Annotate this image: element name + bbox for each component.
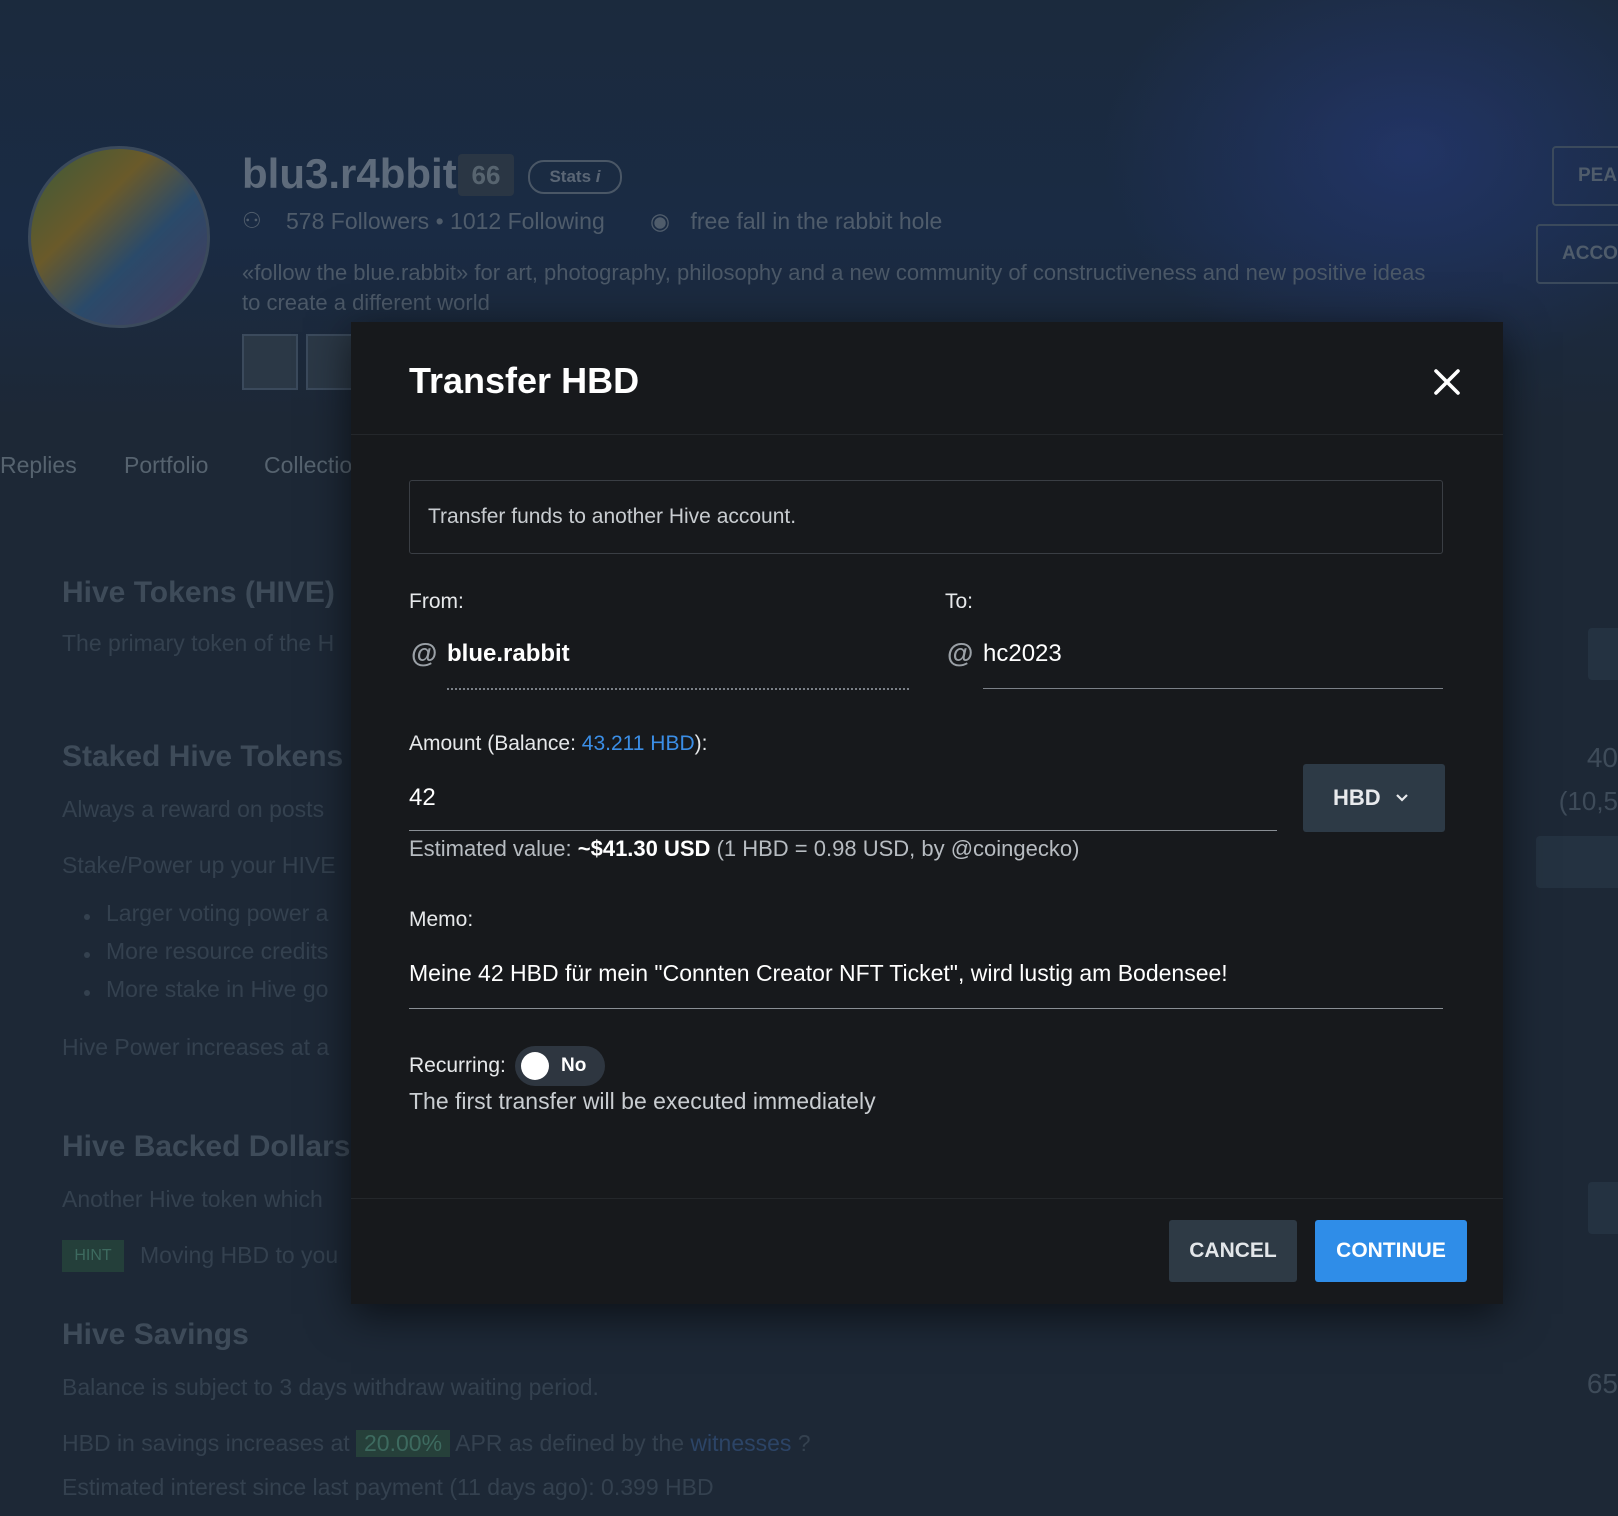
from-field-underline [447, 688, 909, 690]
to-field-underline [983, 688, 1443, 689]
dropdown-button[interactable] [1588, 1182, 1618, 1234]
to-label: To: [945, 590, 974, 613]
memo-underline [409, 1008, 1443, 1009]
apr-pre: HBD in savings increases at [62, 1430, 350, 1456]
hint-text: Moving HBD to you [140, 1242, 339, 1268]
estimated-value: Estimated value: ~$41.30 USD (1 HBD = 0.… [409, 836, 1079, 862]
balance-value: 40 [1586, 742, 1618, 773]
section-desc: Always a reward on posts [62, 796, 325, 822]
profile-bio: «follow the blue.rabbit» for art, photog… [242, 258, 1492, 318]
section-desc: The primary token of the H [62, 630, 335, 656]
interest-line: Estimated interest since last payment (1… [62, 1474, 714, 1500]
section-desc: Balance is subject to 3 days withdraw wa… [62, 1374, 599, 1400]
amount-label-suffix: ): [694, 732, 708, 755]
toggle-label: No [561, 1055, 587, 1076]
estimated-usd: ~$41.30 USD [577, 836, 711, 861]
location-icon: ◉ [650, 208, 671, 234]
bio-line: «follow the blue.rabbit» for art, photog… [242, 260, 1426, 285]
list-item: More stake in Hive go [106, 976, 329, 1002]
section-desc: Hive Power increases at a [62, 1034, 330, 1060]
recurring-toggle[interactable]: No [515, 1046, 605, 1086]
tab-portfolio[interactable]: Portfolio [124, 452, 208, 479]
dialog-title: Transfer HBD [409, 360, 640, 401]
from-label: From: [409, 590, 464, 613]
memo-input[interactable]: Meine 42 HBD für mein "Connten Creator N… [409, 960, 1228, 987]
recurring-note: The first transfer will be executed imme… [409, 1088, 876, 1114]
section-desc: Another Hive token which [62, 1186, 323, 1212]
info-message: Transfer funds to another Hive account. [409, 480, 1443, 554]
followers-count[interactable]: 578 Followers • 1012 Following [286, 208, 605, 235]
continue-button[interactable]: CONTINUE [1315, 1220, 1467, 1282]
section-title: Hive Tokens (HIVE) [62, 576, 335, 609]
side-button[interactable]: PEA [1552, 146, 1618, 206]
divider [351, 1198, 1503, 1199]
balance-value: 65 [1586, 1368, 1618, 1399]
currency-value: HBD [1333, 785, 1381, 810]
memo-label: Memo: [409, 908, 474, 931]
balance-link[interactable]: 43.211 HBD [582, 732, 695, 755]
followers-icon: ⚇ [242, 208, 262, 233]
section-desc: Stake/Power up your HIVE [62, 852, 336, 878]
apr-line: HBD in savings increases at 20.00% APR a… [62, 1430, 811, 1457]
apr-value: 20.00% [356, 1430, 451, 1457]
amount-label-text: Amount (Balance: [409, 732, 582, 755]
tab-collections[interactable]: Collectio [264, 452, 352, 479]
side-button[interactable]: ACCO [1536, 224, 1618, 284]
transfer-dialog: Transfer HBD Transfer funds to another H… [351, 322, 1503, 1304]
estimated-rate: (1 HBD = 0.98 USD, by @coingecko) [710, 836, 1080, 861]
estimated-label: Estimated value: [409, 836, 578, 861]
stats-button[interactable]: Stats i [528, 160, 622, 194]
at-icon: @ [411, 638, 438, 668]
divider [351, 434, 1503, 435]
tab-replies[interactable]: Replies [0, 452, 77, 479]
toggle-knob [521, 1052, 549, 1080]
recurring-label: Recurring: [409, 1054, 506, 1077]
section-title: Hive Savings [62, 1318, 249, 1351]
following-text: 1012 Following [450, 208, 605, 234]
stats-label: Stats [549, 167, 592, 186]
location: ◉ free fall in the rabbit hole [650, 208, 942, 235]
currency-select[interactable]: HBD [1303, 764, 1445, 832]
close-icon[interactable] [1427, 362, 1467, 402]
hint-badge: HINT [62, 1240, 124, 1272]
profile-name[interactable]: blu3.r4bbit [242, 150, 457, 198]
separator-dot: • [435, 208, 451, 234]
amount-underline [409, 830, 1277, 831]
section-title: Staked Hive Tokens - [62, 740, 362, 773]
list-item: More resource credits [106, 938, 329, 964]
delegate-button[interactable] [1536, 836, 1618, 888]
dropdown-button[interactable] [1588, 628, 1618, 680]
apr-post: APR as defined by the [455, 1430, 685, 1456]
location-text: free fall in the rabbit hole [690, 208, 943, 234]
at-icon: @ [947, 638, 974, 668]
chevron-down-icon [1395, 764, 1409, 862]
balance-value: (10,5 [1558, 786, 1618, 816]
followers-text: 578 Followers [286, 208, 430, 234]
section-title: Hive Backed Dollars ( [62, 1130, 369, 1163]
avatar[interactable] [28, 146, 210, 328]
amount-label: Amount (Balance: 43.211 HBD): [409, 732, 707, 756]
witnesses-link[interactable]: witnesses [690, 1430, 791, 1456]
from-field[interactable]: blue.rabbit [447, 640, 570, 668]
info-icon: i [595, 167, 601, 186]
to-field[interactable]: hc2023 [983, 640, 1062, 668]
list-item: Larger voting power a [106, 900, 329, 926]
reputation-badge: 66 [458, 154, 514, 196]
bullet [84, 914, 90, 920]
cancel-button[interactable]: CANCEL [1169, 1220, 1297, 1282]
help-icon[interactable]: ? [798, 1430, 811, 1456]
profile-badge[interactable] [242, 334, 298, 390]
amount-input[interactable]: 42 [409, 784, 436, 812]
bullet [84, 990, 90, 996]
bullet [84, 952, 90, 958]
bio-line: to create a different world [242, 290, 490, 315]
